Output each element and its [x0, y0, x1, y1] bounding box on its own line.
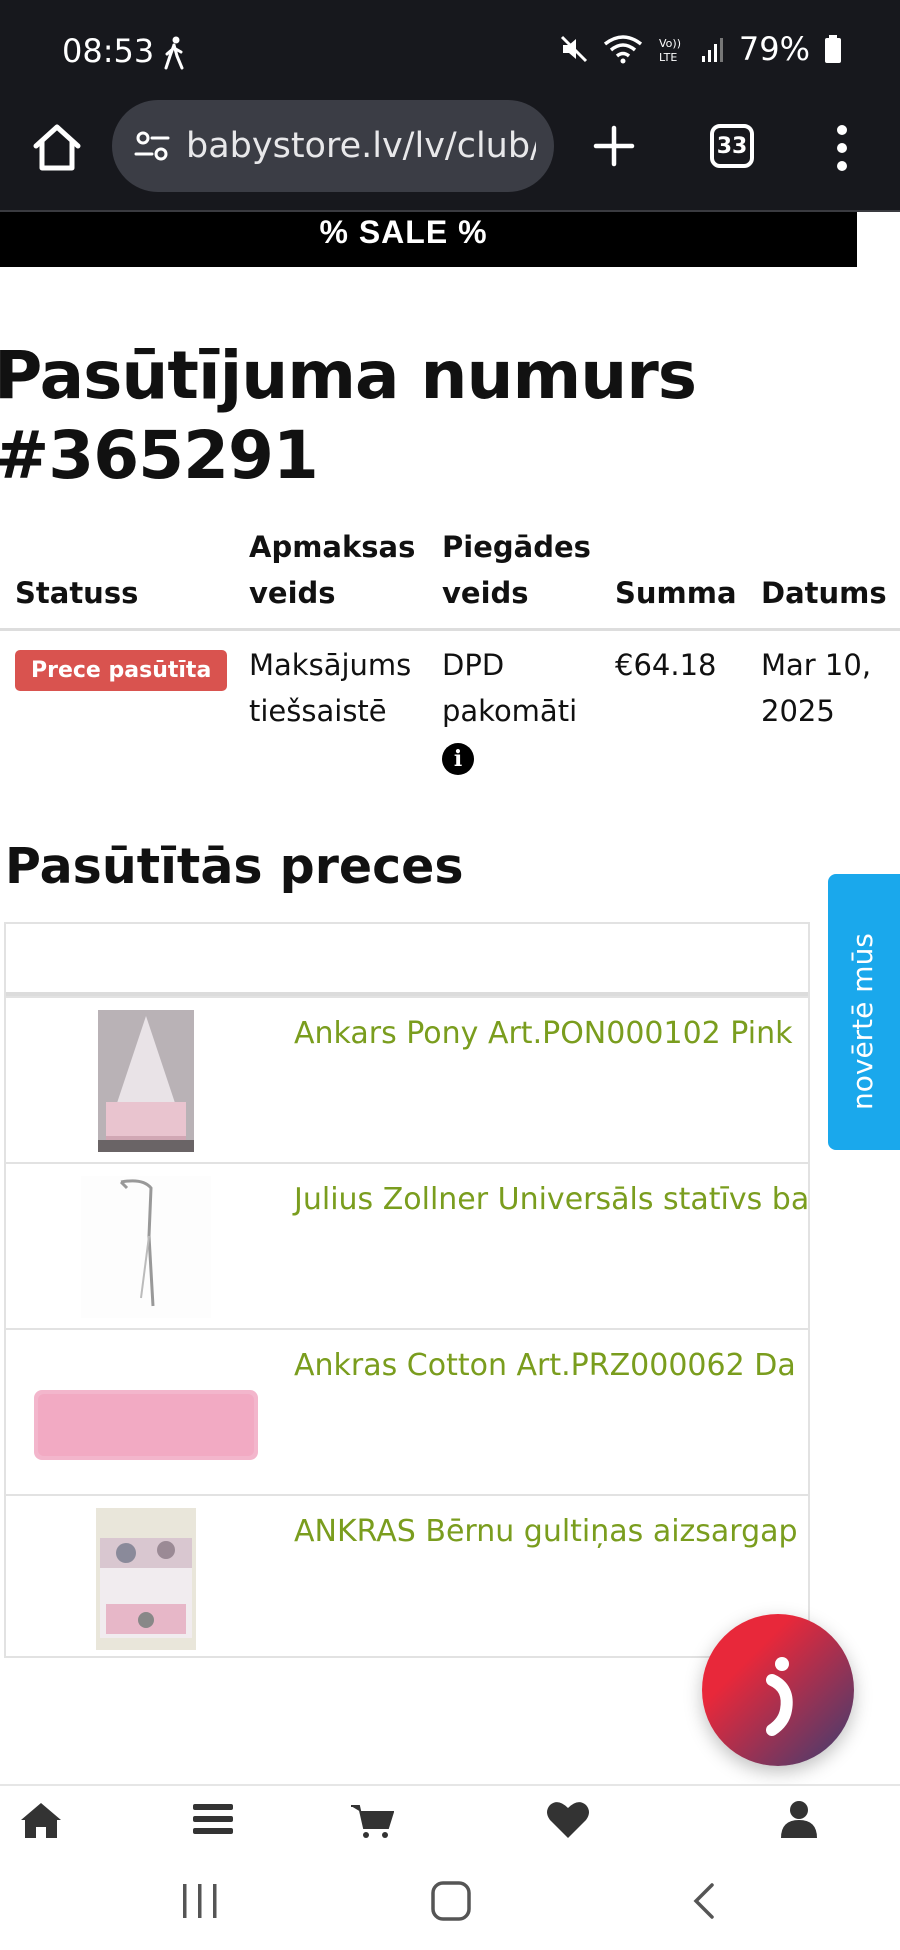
- product-link[interactable]: Ankras Cotton Art.PRZ000062 Da: [294, 1348, 796, 1383]
- new-tab-icon[interactable]: [588, 120, 640, 172]
- rate-us-label[interactable]: novērtē mūs: [846, 933, 879, 1110]
- table-row: Julius Zollner Universāls statīvs ba: [6, 1162, 808, 1328]
- chat-widget-button[interactable]: [702, 1614, 854, 1766]
- cart-icon[interactable]: [350, 1800, 394, 1838]
- signal-icon: [701, 38, 723, 62]
- volte-icon: Vo)) LTE: [659, 37, 681, 64]
- products-section-title: Pasūtītās preces: [5, 838, 464, 895]
- table-header-divider: [0, 628, 900, 631]
- site-settings-icon[interactable]: [132, 126, 172, 166]
- payment-line1: Maksājums: [249, 648, 412, 682]
- wifi-icon: [603, 35, 642, 64]
- user-icon[interactable]: [777, 1800, 821, 1838]
- status-bar: 08:53 Vo)) LTE 79%: [0, 0, 900, 100]
- home-icon[interactable]: [28, 118, 86, 176]
- svg-text:LTE: LTE: [659, 51, 677, 64]
- status-badge: Prece pasūtīta: [15, 650, 228, 691]
- more-options-icon[interactable]: [832, 122, 852, 174]
- product-image[interactable]: [34, 1508, 258, 1650]
- page-title: Pasūtījuma numurs #365291: [0, 337, 697, 494]
- system-home-icon[interactable]: [430, 1880, 472, 1922]
- tab-switcher-button[interactable]: 33: [710, 124, 754, 168]
- product-image[interactable]: [34, 1176, 258, 1318]
- product-image[interactable]: [34, 1010, 258, 1152]
- product-image[interactable]: [34, 1342, 258, 1484]
- header-delivery-line2: veids: [442, 576, 529, 610]
- home-icon[interactable]: [19, 1800, 63, 1838]
- menu-icon[interactable]: [191, 1800, 235, 1838]
- mute-icon: [560, 35, 587, 63]
- clock: 08:53: [62, 32, 155, 70]
- product-link[interactable]: Julius Zollner Universāls statīvs ba: [294, 1182, 808, 1217]
- table-row: ANKRAS Bērnu gultiņas aizsargap: [6, 1494, 808, 1656]
- date-line2: 2025: [761, 694, 835, 728]
- header-status: Statuss: [15, 576, 139, 610]
- payment-line2: tiešsaistē: [249, 694, 387, 728]
- url-bar[interactable]: babystore.lv/lv/club/c: [112, 100, 554, 192]
- heart-icon[interactable]: [546, 1800, 590, 1838]
- sale-banner[interactable]: % SALE %: [0, 212, 857, 267]
- product-link[interactable]: Ankars Pony Art.PON000102 Pink: [294, 1016, 792, 1051]
- order-sum: €64.18: [615, 648, 717, 682]
- info-icon[interactable]: i: [442, 743, 474, 775]
- battery-icon: [825, 35, 841, 63]
- recent-apps-icon[interactable]: [180, 1882, 220, 1920]
- app-bottom-nav: [0, 1784, 900, 1840]
- products-table: Ankars Pony Art.PON000102 Pink Julius Zo…: [4, 922, 810, 1658]
- table-row: Ankras Cotton Art.PRZ000062 Da: [6, 1328, 808, 1494]
- walking-icon: [164, 36, 184, 70]
- table-row: Ankars Pony Art.PON000102 Pink: [6, 996, 808, 1162]
- battery-percent: 79%: [738, 30, 810, 68]
- header-sum: Summa: [615, 576, 737, 610]
- header-payment-line1: Apmaksas: [249, 530, 416, 564]
- url-text[interactable]: babystore.lv/lv/club/c: [186, 126, 536, 166]
- delivery-line1: DPD: [442, 648, 505, 682]
- header-delivery-line1: Piegādes: [442, 530, 591, 564]
- svg-text:Vo)): Vo)): [659, 37, 681, 50]
- date-line1: Mar 10,: [761, 648, 872, 682]
- chat-icon[interactable]: [702, 1614, 854, 1766]
- status-icons: Vo)) LTE 79%: [559, 30, 842, 68]
- browser-toolbar: babystore.lv/lv/club/c 33: [0, 100, 900, 212]
- system-navigation-bar: [0, 1840, 900, 1950]
- delivery-info[interactable]: i: [442, 734, 474, 780]
- back-icon[interactable]: [690, 1882, 720, 1920]
- header-date: Datums: [761, 576, 887, 610]
- header-payment-line2: veids: [249, 576, 336, 610]
- product-link[interactable]: ANKRAS Bērnu gultiņas aizsargap: [294, 1514, 798, 1549]
- delivery-line2: pakomāti: [442, 694, 578, 728]
- products-table-header: [6, 924, 808, 996]
